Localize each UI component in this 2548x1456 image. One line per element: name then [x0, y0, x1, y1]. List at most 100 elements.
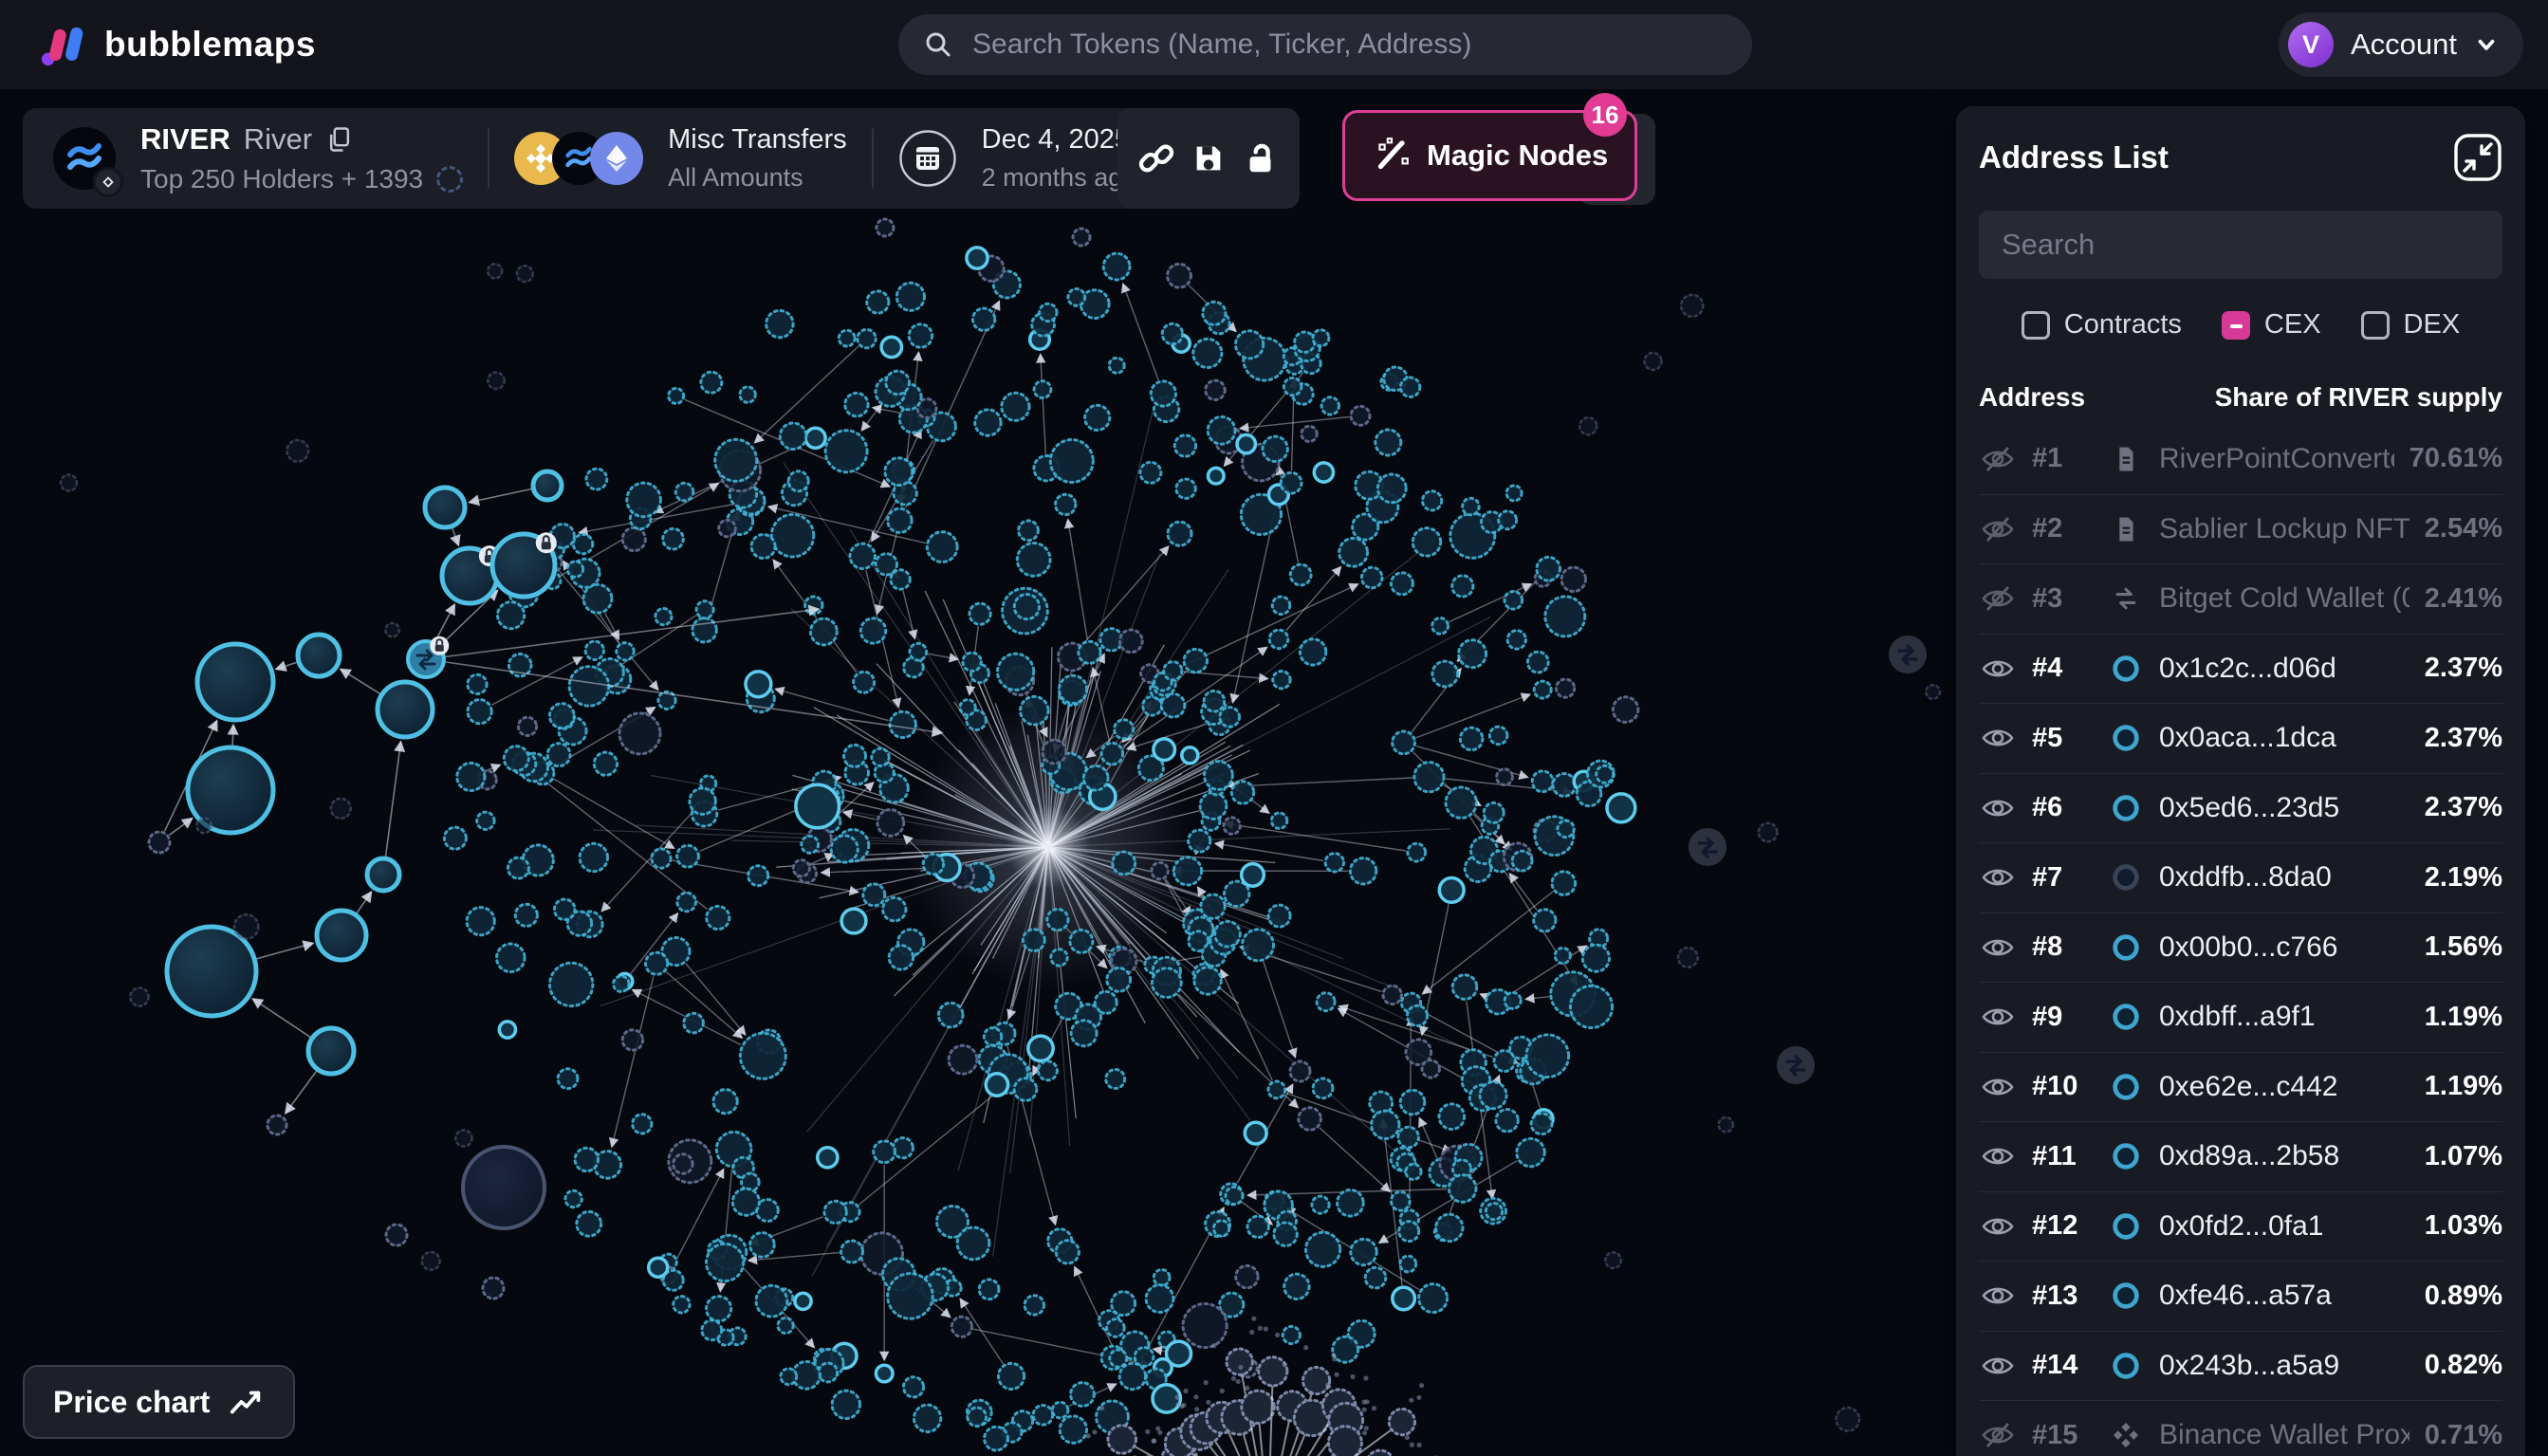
bubble-node[interactable] — [1168, 264, 1191, 287]
bubble-node[interactable] — [1579, 417, 1597, 434]
bubble-node[interactable] — [858, 329, 876, 347]
bubble-node[interactable] — [1237, 434, 1255, 452]
bubble-node[interactable] — [498, 602, 525, 629]
bubble-node[interactable] — [968, 1408, 987, 1427]
bubble-node[interactable] — [1439, 878, 1464, 903]
bubble-node[interactable] — [1365, 1267, 1386, 1288]
bubble-node[interactable] — [1108, 1426, 1136, 1454]
bubble-node[interactable] — [1274, 1223, 1297, 1245]
filter-checkbox-dex[interactable]: DEX — [2361, 309, 2461, 341]
bubble-node[interactable] — [1389, 1410, 1414, 1435]
bubble-node[interactable] — [1236, 1265, 1258, 1287]
bubble-node[interactable] — [508, 857, 528, 878]
bubble-node[interactable] — [1393, 731, 1415, 754]
bubble-node[interactable] — [985, 1427, 1008, 1450]
bubble-node[interactable] — [788, 471, 808, 491]
bubble-node[interactable] — [1419, 1284, 1448, 1313]
bubble-node[interactable] — [518, 717, 536, 735]
bubble-node[interactable] — [1182, 747, 1198, 764]
bubble-node[interactable] — [845, 393, 868, 415]
bubble-node[interactable] — [1174, 435, 1195, 456]
bubble-node[interactable] — [1283, 1326, 1300, 1343]
bubble-node[interactable] — [886, 371, 910, 395]
bubble-node[interactable] — [818, 1148, 838, 1168]
bubble-node[interactable] — [1143, 696, 1162, 715]
address-row[interactable]: #70xddfb...8da02.19% — [1979, 842, 2502, 912]
bubble-node[interactable] — [1505, 992, 1521, 1008]
bubble-node[interactable] — [1678, 948, 1698, 968]
bubble-node[interactable] — [1083, 765, 1108, 790]
bubble-node[interactable] — [533, 471, 562, 500]
bubble-node[interactable] — [594, 752, 617, 775]
eye-icon[interactable] — [1981, 1209, 2015, 1244]
bubble-node[interactable] — [149, 832, 170, 853]
bubble-node[interactable] — [674, 1154, 692, 1173]
bubble-node[interactable] — [1531, 1114, 1552, 1134]
bubble-node[interactable] — [1271, 813, 1286, 828]
bubble-node[interactable] — [617, 643, 634, 660]
bubble-node[interactable] — [824, 1201, 846, 1223]
bubble-node[interactable] — [863, 884, 885, 906]
bubble-node[interactable] — [1107, 1319, 1125, 1337]
bubble-node[interactable] — [715, 439, 757, 481]
bubble-node[interactable] — [1028, 1036, 1053, 1060]
eye-off-icon[interactable] — [1981, 512, 2015, 546]
bubble-node[interactable] — [317, 911, 366, 960]
bubble-node[interactable] — [707, 1244, 744, 1281]
bubble-node[interactable] — [951, 1317, 971, 1336]
bubble-node[interactable] — [1109, 358, 1124, 373]
bubble-node[interactable] — [1226, 1187, 1243, 1204]
address-row[interactable]: #40x1c2c...d06d2.37% — [1979, 634, 2502, 704]
bubble-node[interactable] — [684, 1013, 704, 1033]
bubble-node[interactable] — [1290, 1061, 1310, 1081]
bubble-node[interactable] — [811, 618, 838, 645]
hidden-bubble-node[interactable] — [463, 1147, 545, 1228]
bubble-node[interactable] — [805, 428, 825, 448]
bubble-node[interactable] — [1517, 1138, 1544, 1166]
filter-checkbox-cex[interactable]: CEX — [2222, 309, 2321, 341]
bubble-node[interactable] — [766, 310, 793, 337]
bubble-node[interactable] — [1152, 968, 1181, 998]
bubble-node[interactable] — [1269, 630, 1288, 649]
bubble-node[interactable] — [1460, 728, 1483, 750]
eye-icon[interactable] — [1981, 652, 2015, 686]
bubble-node[interactable] — [1527, 652, 1548, 673]
bubble-node[interactable] — [385, 623, 398, 636]
bubble-node[interactable] — [567, 562, 582, 577]
bubble-node[interactable] — [975, 410, 1001, 435]
bubble-node[interactable] — [1400, 378, 1419, 396]
bubble-node[interactable] — [1312, 1196, 1329, 1213]
bubble-node[interactable] — [1561, 567, 1585, 591]
bubble-node[interactable] — [696, 601, 713, 618]
bubble-node[interactable] — [1366, 1450, 1394, 1456]
bubble-node[interactable] — [1532, 771, 1553, 792]
bubble-node[interactable] — [1220, 708, 1240, 728]
token-search-input[interactable] — [970, 28, 1727, 62]
eye-off-icon[interactable] — [1981, 442, 2015, 476]
bubble-node[interactable] — [1302, 426, 1317, 441]
bubble-node[interactable] — [1017, 544, 1050, 577]
bubble-node[interactable] — [1313, 330, 1329, 346]
bubble-node[interactable] — [61, 475, 77, 491]
bubble-node[interactable] — [1025, 1296, 1043, 1315]
bubble-node[interactable] — [457, 763, 485, 790]
bubble-node[interactable] — [308, 1028, 354, 1074]
bubble-node[interactable] — [844, 745, 866, 766]
bubble-node[interactable] — [1281, 472, 1302, 493]
bubble-node[interactable] — [825, 431, 867, 472]
bubble-node[interactable] — [649, 1258, 668, 1277]
bubble-node[interactable] — [1407, 1005, 1427, 1025]
bubble-node[interactable] — [622, 1030, 642, 1050]
bubble-node[interactable] — [1047, 910, 1068, 931]
bubble-node[interactable] — [1038, 1061, 1057, 1080]
bubble-node[interactable] — [298, 635, 340, 676]
bubble-node[interactable] — [860, 618, 885, 643]
bubble-node[interactable] — [488, 373, 504, 389]
bubble-node[interactable] — [1505, 592, 1523, 610]
bubble-node[interactable] — [1070, 930, 1093, 952]
bubble-node[interactable] — [841, 909, 866, 933]
bubble-node[interactable] — [1019, 521, 1039, 541]
bubble-node[interactable] — [468, 700, 491, 724]
bubble-node[interactable] — [938, 1003, 963, 1027]
account-menu[interactable]: V Account — [2279, 12, 2523, 77]
